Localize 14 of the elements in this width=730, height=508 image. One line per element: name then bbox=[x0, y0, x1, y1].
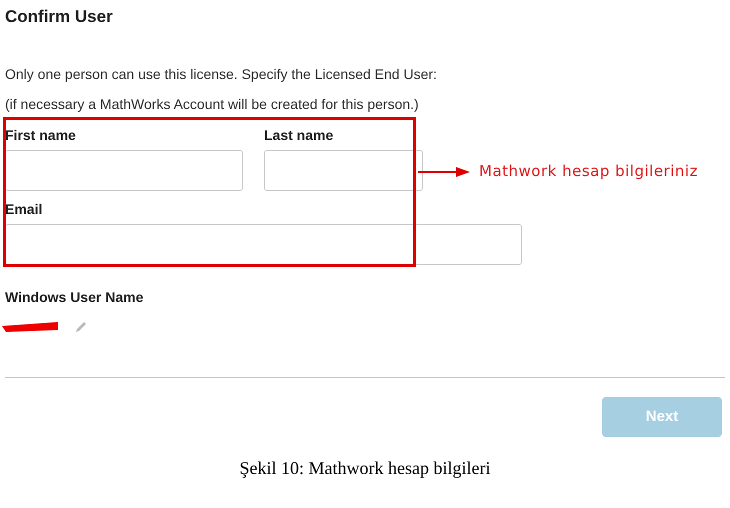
instruction-text: Only one person can use this license. Specify the Licensed End User: bbox=[5, 65, 437, 84]
redaction-mark bbox=[0, 320, 60, 334]
figure-caption: Şekil 10: Mathwork hesap bilgileri bbox=[240, 457, 490, 480]
input-field[interactable] bbox=[5, 224, 522, 265]
field-label: Windows User Name bbox=[5, 288, 144, 307]
arrow bbox=[418, 166, 470, 178]
input-field[interactable] bbox=[264, 150, 423, 191]
input-field[interactable] bbox=[5, 150, 243, 191]
field-label: First name bbox=[5, 126, 76, 145]
instruction-text: (if necessary a MathWorks Account will be created for this person.) bbox=[5, 95, 419, 114]
field-label: Email bbox=[5, 200, 42, 219]
page-title: Confirm User bbox=[5, 6, 113, 28]
field-label: Last name bbox=[264, 126, 334, 145]
annotation-text: Mathwork hesap bilgileriniz bbox=[479, 161, 698, 182]
